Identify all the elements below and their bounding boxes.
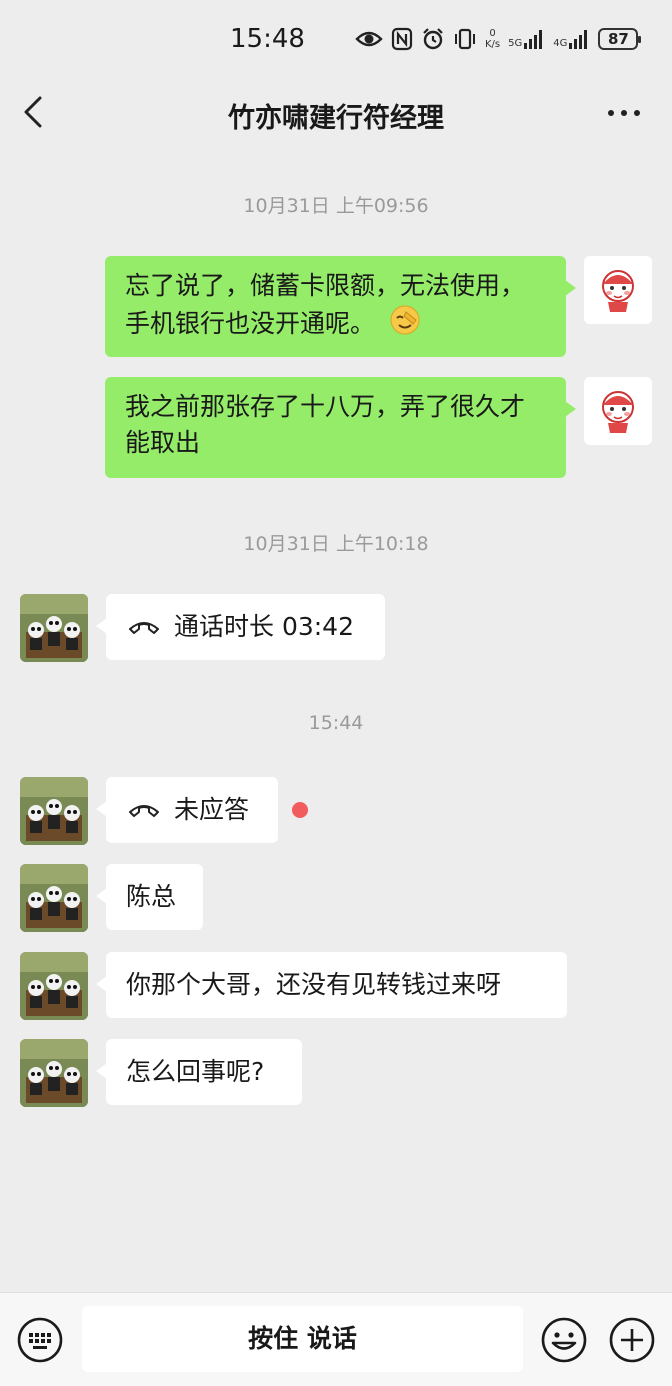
status-icons: 0 K/s 5G 4G 87: [355, 24, 642, 54]
message-text: 我之前那张存了十八万，弄了很久才能取出: [125, 392, 526, 457]
avatar-contact[interactable]: [20, 777, 88, 845]
net-speed-value: 0: [489, 28, 496, 39]
sim2-signal: 4G: [553, 29, 590, 49]
message-timestamp: 10月31日 上午09:56: [243, 195, 429, 217]
net-speed: 0 K/s: [485, 28, 500, 50]
sim2-label: 4G: [553, 38, 568, 49]
message-bubble-contact[interactable]: 你那个大哥，还没有见转钱过来呀: [96, 952, 567, 1018]
chat-header: 竹亦啸建行符经理: [0, 80, 672, 150]
keyboard-icon: [17, 1317, 63, 1363]
avatar-contact[interactable]: [20, 864, 88, 932]
avatar-self[interactable]: [584, 256, 652, 324]
avatar-self[interactable]: [584, 377, 652, 445]
more-functions-button[interactable]: [608, 1316, 656, 1364]
more-icon: [608, 110, 640, 116]
message-bubble-contact[interactable]: 怎么回事呢?: [96, 1039, 302, 1105]
avatar-contact[interactable]: [20, 952, 88, 1020]
nfc-icon: [391, 27, 413, 51]
phone-hangup-icon: [129, 622, 159, 634]
avatar-contact[interactable]: [20, 1039, 88, 1107]
message-text: 忘了说了，储蓄卡限额，无法使用，手机银行也没开通呢。: [125, 271, 526, 338]
missed-call-text: 未应答: [174, 795, 250, 824]
status-time: 15:48: [230, 24, 305, 54]
sim1-label: 5G: [508, 38, 523, 49]
call-duration-text: 通话时长 03:42: [174, 612, 354, 641]
plus-icon: [609, 1317, 655, 1363]
eye-icon: [355, 29, 383, 49]
battery-indicator: 87: [598, 28, 642, 50]
alarm-icon: [421, 27, 445, 51]
message-bubble-contact[interactable]: 陈总: [96, 864, 203, 930]
message-timestamp: 10月31日 上午10:18: [243, 533, 429, 555]
status-bar: 15:48 0 K/s 5G 4G 87: [0, 0, 672, 80]
message-text: 你那个大哥，还没有见转钱过来呀: [126, 970, 502, 999]
facepalm-emoji-icon: [389, 304, 421, 346]
signal-icon: [569, 30, 588, 49]
sim1-signal: 5G: [508, 29, 545, 49]
unread-dot: [292, 802, 308, 818]
message-timestamp: 15:44: [308, 712, 364, 734]
message-bubble-self[interactable]: 我之前那张存了十八万，弄了很久才能取出: [105, 377, 576, 478]
message-text: 陈总: [126, 882, 177, 911]
emoji-button[interactable]: [540, 1316, 588, 1364]
emoji-icon: [541, 1317, 587, 1363]
input-bar: 按住 说话: [0, 1292, 672, 1386]
signal-icon: [524, 30, 543, 49]
missed-call-bubble[interactable]: 未应答: [96, 777, 278, 843]
phone-hangup-icon: [129, 805, 159, 817]
avatar-contact[interactable]: [20, 594, 88, 662]
call-record-bubble[interactable]: 通话时长 03:42: [96, 594, 385, 660]
more-button[interactable]: [604, 98, 644, 128]
keyboard-toggle-button[interactable]: [16, 1316, 64, 1364]
message-text: 怎么回事呢?: [126, 1057, 265, 1086]
vibrate-icon: [453, 27, 477, 51]
hold-to-talk-button[interactable]: 按住 说话: [82, 1306, 523, 1372]
chat-title: 竹亦啸建行符经理: [228, 103, 444, 134]
net-speed-unit: K/s: [485, 39, 501, 50]
message-bubble-self[interactable]: 忘了说了，储蓄卡限额，无法使用，手机银行也没开通呢。: [105, 256, 576, 357]
